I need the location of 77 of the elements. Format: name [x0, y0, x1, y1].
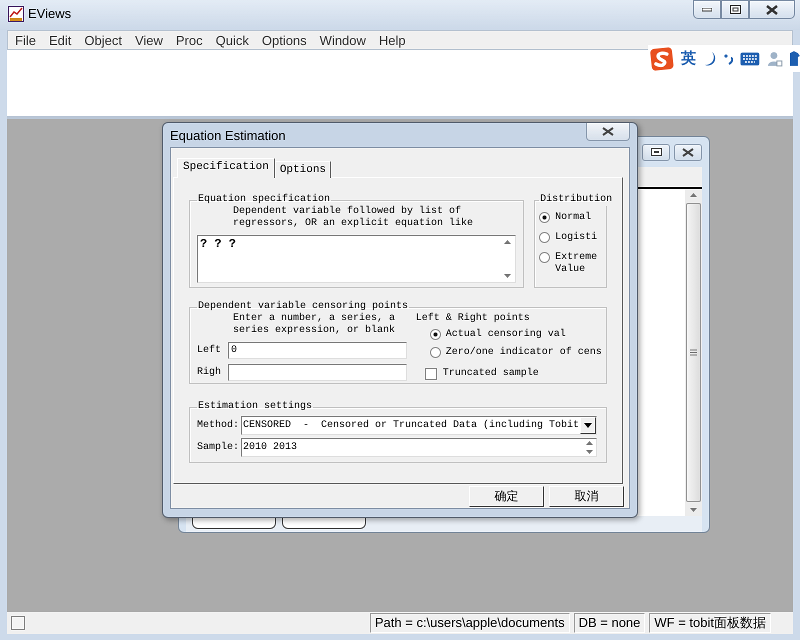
minimize-icon [702, 8, 712, 12]
keyboard-icon[interactable] [740, 52, 760, 66]
dialog-button[interactable]: 确定 [469, 486, 544, 507]
hint-text: series expression, or blank [233, 325, 396, 337]
radio-button[interactable] [539, 252, 550, 263]
scroll-down-icon[interactable] [586, 450, 592, 454]
dialog-button[interactable]: 取消 [549, 486, 624, 507]
field-label: Left [197, 344, 222, 356]
scroll-up-icon[interactable] [504, 240, 512, 244]
hint-text: Enter a number, a series, a [233, 313, 396, 324]
scroll-up-icon[interactable] [586, 441, 592, 446]
checkbox[interactable] [424, 368, 437, 380]
radio-button[interactable] [430, 347, 441, 358]
minimize-button[interactable] [693, 0, 721, 19]
group-title: Distribution [539, 194, 614, 206]
group-title: Dependent variable censoring points [197, 301, 410, 312]
radio-label[interactable]: Logisti [555, 232, 602, 244]
radio-label[interactable]: Zero/one indicator of cens [446, 347, 602, 359]
menu-item[interactable]: Quick [208, 32, 255, 48]
field-label: Method: [197, 420, 240, 432]
shirt-icon[interactable] [790, 50, 800, 66]
close-button[interactable] [674, 144, 702, 160]
tab[interactable]: Specification [177, 158, 275, 178]
equation-field[interactable]: ? ? ? [197, 235, 516, 283]
close-icon [682, 148, 694, 156]
tab[interactable]: Options [274, 161, 332, 178]
method-dropdown[interactable]: CENSORED - Censored or Truncated Data (including Tobit [241, 416, 597, 435]
menu-item[interactable]: Help [372, 32, 412, 48]
restore-icon [650, 148, 662, 156]
close-icon [602, 127, 614, 136]
menu-item[interactable]: Window [312, 32, 372, 48]
close-button[interactable] [586, 123, 630, 141]
close-icon [766, 4, 778, 14]
window-title: EViews [28, 6, 72, 21]
grip-icon [690, 349, 697, 356]
group-title: Equation specification [197, 194, 332, 206]
ime-logo-icon[interactable] [650, 46, 674, 70]
input-field[interactable] [228, 364, 407, 381]
field-label: Sample: [197, 442, 240, 454]
radio-label[interactable]: Actual censoring val [446, 329, 566, 341]
status-button[interactable] [11, 616, 25, 630]
scroll-down-icon[interactable] [690, 508, 697, 512]
status-panel: WF = tobit面板数据 [649, 613, 771, 633]
app-icon [8, 6, 24, 22]
ime-mode[interactable]: 英 [680, 49, 696, 68]
close-button[interactable] [749, 0, 795, 19]
hint-text: regressors, OR an explicit equation like [233, 218, 474, 230]
hint-text: Dependent variable followed by list of [233, 206, 462, 218]
radio-button[interactable] [430, 329, 441, 340]
menu-item[interactable]: Proc [168, 32, 209, 48]
menu-item[interactable]: View [128, 32, 169, 48]
menu-item[interactable]: Object [77, 32, 128, 48]
radio-label[interactable]: Normal [555, 212, 602, 224]
section-label: Left & Right points [416, 313, 531, 325]
field-label: Righ [197, 366, 222, 378]
radio-label[interactable]: Extreme Value [555, 252, 602, 276]
checkbox-label[interactable]: Truncated sample [442, 368, 539, 380]
input-field[interactable]: 0 [228, 342, 407, 359]
punctuation-icon[interactable] [724, 52, 734, 66]
menu-item[interactable]: Options [254, 32, 313, 48]
restore-icon [730, 5, 740, 14]
menu-item[interactable]: Edit [42, 32, 78, 48]
status-panel: DB = none [574, 613, 646, 633]
scrollbar[interactable] [685, 189, 702, 516]
menu-item[interactable]: File [8, 32, 42, 48]
sample-field[interactable]: 2010 2013 [241, 438, 597, 457]
scroll-down-icon[interactable] [504, 274, 512, 278]
user-icon[interactable] [767, 50, 784, 66]
status-panel: Path = c:\users\apple\documents [370, 613, 570, 633]
radio-button[interactable] [539, 232, 550, 243]
maximize-button[interactable] [642, 144, 670, 160]
scroll-up-icon[interactable] [690, 193, 697, 197]
dropdown-icon [584, 423, 592, 428]
radio-button[interactable] [539, 212, 550, 223]
group-title: Estimation settings [197, 401, 314, 413]
dialog-title: Equation Estimation [170, 128, 286, 143]
maximize-button[interactable] [721, 0, 749, 19]
